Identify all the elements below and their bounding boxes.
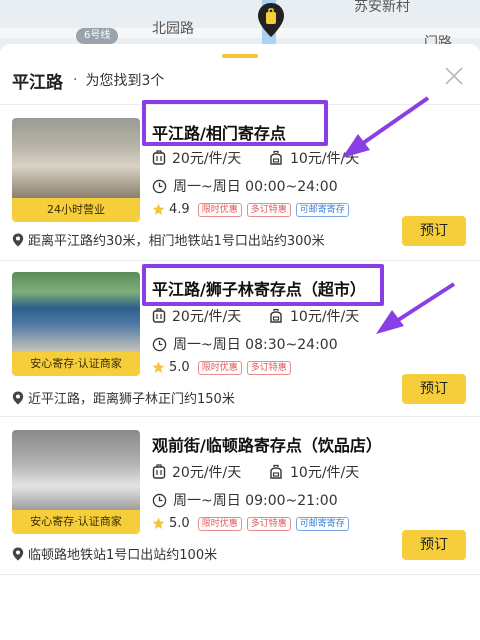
address-row: 近平江路，距离狮子林正门约150米	[12, 388, 235, 407]
suitcase-icon	[152, 464, 166, 479]
price-small-row: 20元/件/天	[152, 462, 241, 482]
location-pin-icon	[12, 547, 24, 560]
store-thumbnail: 24小时营业	[12, 118, 140, 222]
opening-hours: 周一~周日 09:00~21:00	[173, 493, 338, 509]
map-road	[0, 28, 480, 38]
hours-row: 周一~周日 00:00~24:00	[152, 176, 338, 196]
price-small: 20元/件/天	[172, 309, 242, 325]
search-keyword: 平江路	[12, 72, 63, 93]
result-count: 为您找到3个	[85, 73, 165, 89]
sheet-drag-handle[interactable]	[222, 54, 258, 58]
map-background[interactable]: 北园路 苏安新村 门路 6号线	[0, 0, 480, 50]
metro-line-badge: 6号线	[76, 28, 119, 44]
multi-order-badge: 多订特惠	[246, 360, 291, 375]
rating-row: 5.0 限时优惠 多订特惠	[152, 360, 296, 375]
backpack-icon	[270, 464, 282, 479]
star-icon	[152, 517, 165, 530]
store-address: 临顿路地铁站1号口出站约100米	[28, 548, 218, 563]
rating-row: 5.0 限时优惠 多订特惠 可邮寄寄存	[152, 516, 354, 531]
address-row: 距离平江路约30米，相门地铁站1号口出站约300米	[12, 230, 325, 249]
backpack-icon	[270, 308, 282, 323]
card-divider	[0, 574, 480, 575]
store-card[interactable]: 安心寄存·认证商家 观前街/临顿路寄存点（饮品店） 20元/件/天 10元/件/…	[0, 416, 480, 574]
rating-score: 4.9	[169, 202, 190, 217]
rating-score: 5.0	[169, 360, 190, 375]
backpack-icon	[270, 150, 282, 165]
multi-order-badge: 多订特惠	[246, 516, 291, 531]
price-large: 10元/件/天	[290, 309, 360, 325]
clock-icon	[152, 179, 167, 193]
star-icon	[152, 361, 165, 374]
limited-offer-badge: 限时优惠	[197, 516, 242, 531]
store-thumbnail: 安心寄存·认证商家	[12, 430, 140, 534]
annotation-arrow	[376, 282, 456, 334]
hours-row: 周一~周日 09:00~21:00	[152, 490, 338, 510]
price-small: 20元/件/天	[172, 151, 242, 167]
mail-storage-badge: 可邮寄寄存	[295, 516, 349, 531]
opening-hours: 周一~周日 08:30~24:00	[173, 337, 338, 353]
book-button[interactable]: 预订	[402, 374, 466, 404]
store-name[interactable]: 观前街/临顿路寄存点（饮品店）	[152, 432, 382, 456]
clock-icon	[152, 493, 167, 507]
limited-offer-badge: 限时优惠	[197, 360, 242, 375]
rating-score: 5.0	[169, 516, 190, 531]
opening-hours: 周一~周日 00:00~24:00	[173, 179, 338, 195]
star-icon	[152, 203, 165, 216]
suitcase-icon	[152, 308, 166, 323]
store-address: 近平江路，距离狮子林正门约150米	[28, 392, 235, 407]
map-location-pin-icon[interactable]	[257, 2, 285, 38]
price-large-row: 10元/件/天	[268, 306, 359, 326]
price-large: 10元/件/天	[290, 465, 360, 481]
multi-order-badge: 多订特惠	[246, 202, 291, 217]
location-pin-icon	[12, 233, 24, 246]
store-thumb-tag: 24小时营业	[12, 198, 140, 222]
map-road-label: 北园路	[152, 21, 194, 37]
clock-icon	[152, 337, 167, 351]
price-large-row: 10元/件/天	[268, 462, 359, 482]
hours-row: 周一~周日 08:30~24:00	[152, 334, 338, 354]
store-address: 距离平江路约30米，相门地铁站1号口出站约300米	[28, 234, 325, 249]
limited-offer-badge: 限时优惠	[197, 202, 242, 217]
rating-row: 4.9 限时优惠 多订特惠 可邮寄寄存	[152, 202, 354, 217]
highlight-box	[142, 100, 328, 146]
close-icon[interactable]	[442, 64, 466, 88]
address-row: 临顿路地铁站1号口出站约100米	[12, 544, 217, 563]
price-small: 20元/件/天	[172, 465, 242, 481]
location-pin-icon	[12, 391, 24, 404]
price-small-row: 20元/件/天	[152, 306, 241, 326]
store-thumb-tag: 安心寄存·认证商家	[12, 352, 140, 376]
mail-storage-badge: 可邮寄寄存	[295, 202, 349, 217]
map-area-label: 苏安新村	[354, 0, 410, 15]
annotation-arrow	[342, 96, 430, 158]
book-button[interactable]: 预订	[402, 216, 466, 246]
store-thumb-tag: 安心寄存·认证商家	[12, 510, 140, 534]
book-button[interactable]: 预订	[402, 530, 466, 560]
store-thumbnail: 安心寄存·认证商家	[12, 272, 140, 376]
suitcase-icon	[152, 150, 166, 165]
header-separator: ·	[73, 72, 78, 88]
highlight-box	[142, 264, 384, 306]
price-small-row: 20元/件/天	[152, 148, 241, 168]
results-header: 平江路 · 为您找到3个	[12, 68, 165, 93]
